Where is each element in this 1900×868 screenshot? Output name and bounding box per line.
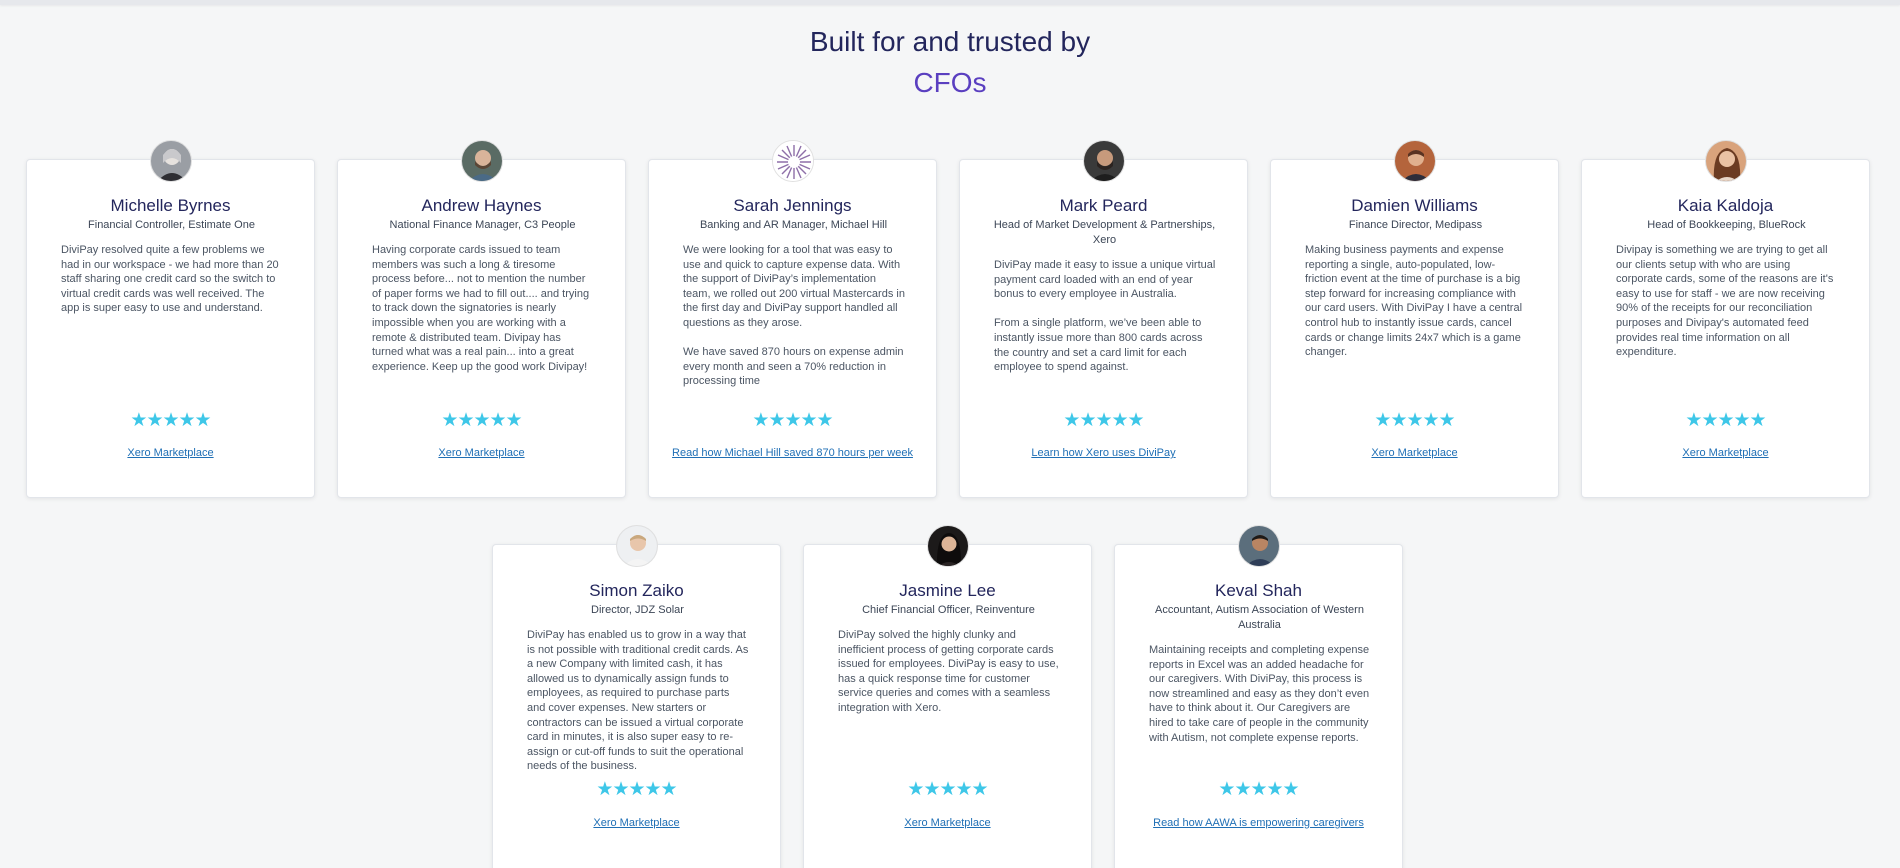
- person-name: Damien Williams: [1351, 196, 1478, 215]
- quote-text: Making business payments and expense rep…: [1305, 244, 1523, 359]
- person-name: Michelle Byrnes: [110, 196, 231, 215]
- section-heading: Built for and trusted by CFOs: [0, 22, 1900, 104]
- star-rating: ★★★★★: [1063, 410, 1144, 431]
- person-name: Sarah Jennings: [733, 196, 852, 215]
- person-role: Accountant, Autism Association of Wester…: [1155, 604, 1364, 631]
- source-link[interactable]: Xero Marketplace: [338, 447, 625, 459]
- star-rating: ★★★★★: [1374, 410, 1455, 431]
- testimonial-card: Simon Zaiko Director, JDZ Solar DiviPay …: [492, 525, 781, 868]
- testimonial-card: Mark Peard Head of Market Development & …: [959, 140, 1248, 498]
- person-role: Head of Bookkeeping, BlueRock: [1647, 219, 1806, 231]
- person-name: Andrew Haynes: [421, 196, 542, 215]
- avatar: [616, 525, 658, 567]
- person-role: Director, JDZ Solar: [591, 604, 684, 616]
- quote-text: DiviPay resolved quite a few problems we…: [61, 244, 279, 315]
- avatar: [927, 525, 969, 567]
- testimonial-card: Michelle Byrnes Financial Controller, Es…: [26, 140, 315, 498]
- source-link[interactable]: Xero Marketplace: [493, 817, 780, 829]
- source-link[interactable]: Read how Michael Hill saved 870 hours pe…: [649, 447, 936, 459]
- top-bar: [0, 0, 1900, 5]
- avatar: [772, 140, 814, 182]
- person-role: Banking and AR Manager, Michael Hill: [699, 219, 888, 231]
- source-link[interactable]: Xero Marketplace: [1271, 447, 1558, 459]
- avatar: [1394, 140, 1436, 182]
- quote-text: DiviPay has enabled us to grow in a way …: [527, 629, 749, 773]
- star-rating: ★★★★★: [130, 410, 211, 431]
- testimonial-card: Andrew Haynes National Finance Manager, …: [337, 140, 626, 498]
- testimonial-card: Jasmine Lee Chief Financial Officer, Rei…: [803, 525, 1092, 868]
- star-rating: ★★★★★: [907, 779, 988, 800]
- avatar: [461, 140, 503, 182]
- person-name: Jasmine Lee: [899, 581, 996, 600]
- testimonial-card: Sarah Jennings Banking and AR Manager, M…: [648, 140, 937, 498]
- testimonial-card: Damien Williams Finance Director, Medipa…: [1270, 140, 1559, 498]
- star-rating: ★★★★★: [1218, 779, 1299, 800]
- avatar: [1238, 525, 1280, 567]
- quote-text: Maintaining receipts and completing expe…: [1149, 644, 1370, 744]
- person-name: Simon Zaiko: [589, 581, 684, 600]
- avatar: [1705, 140, 1747, 182]
- quote-text: Divipay is something we are trying to ge…: [1616, 244, 1834, 359]
- heading-line-2: CFOs: [913, 67, 987, 98]
- person-role: Head of Market Development & Partnership…: [993, 219, 1216, 246]
- person-name: Kaia Kaldoja: [1677, 196, 1774, 215]
- source-link[interactable]: Read how AAWA is empowering caregivers: [1115, 817, 1402, 829]
- star-rating: ★★★★★: [1685, 410, 1766, 431]
- quote-text: DiviPay solved the highly clunky and ine…: [838, 629, 1059, 714]
- quote-text: We were looking for a tool that was easy…: [683, 244, 905, 388]
- person-role: National Finance Manager, C3 People: [389, 219, 576, 231]
- avatar: [1083, 140, 1125, 182]
- source-link[interactable]: Xero Marketplace: [27, 447, 314, 459]
- testimonial-card: Kaia Kaldoja Head of Bookkeeping, BlueRo…: [1581, 140, 1870, 498]
- person-name: Keval Shah: [1215, 581, 1302, 600]
- avatar: [150, 140, 192, 182]
- person-role: Finance Director, Medipass: [1348, 219, 1483, 231]
- quote-text: Having corporate cards issued to team me…: [372, 244, 590, 373]
- person-role: Chief Financial Officer, Reinventure: [862, 604, 1035, 616]
- source-link[interactable]: Xero Marketplace: [1582, 447, 1869, 459]
- star-rating: ★★★★★: [441, 410, 522, 431]
- quote-text: DiviPay made it easy to issue a unique v…: [994, 259, 1216, 374]
- source-link[interactable]: Xero Marketplace: [804, 817, 1091, 829]
- person-role: Financial Controller, Estimate One: [88, 219, 255, 231]
- star-rating: ★★★★★: [596, 779, 677, 800]
- person-name: Mark Peard: [1059, 196, 1148, 215]
- heading-line-1: Built for and trusted by: [809, 26, 1091, 57]
- star-rating: ★★★★★: [752, 410, 833, 431]
- source-link[interactable]: Learn how Xero uses DiviPay: [960, 447, 1247, 459]
- testimonial-card: Keval Shah Accountant, Autism Associatio…: [1114, 525, 1403, 868]
